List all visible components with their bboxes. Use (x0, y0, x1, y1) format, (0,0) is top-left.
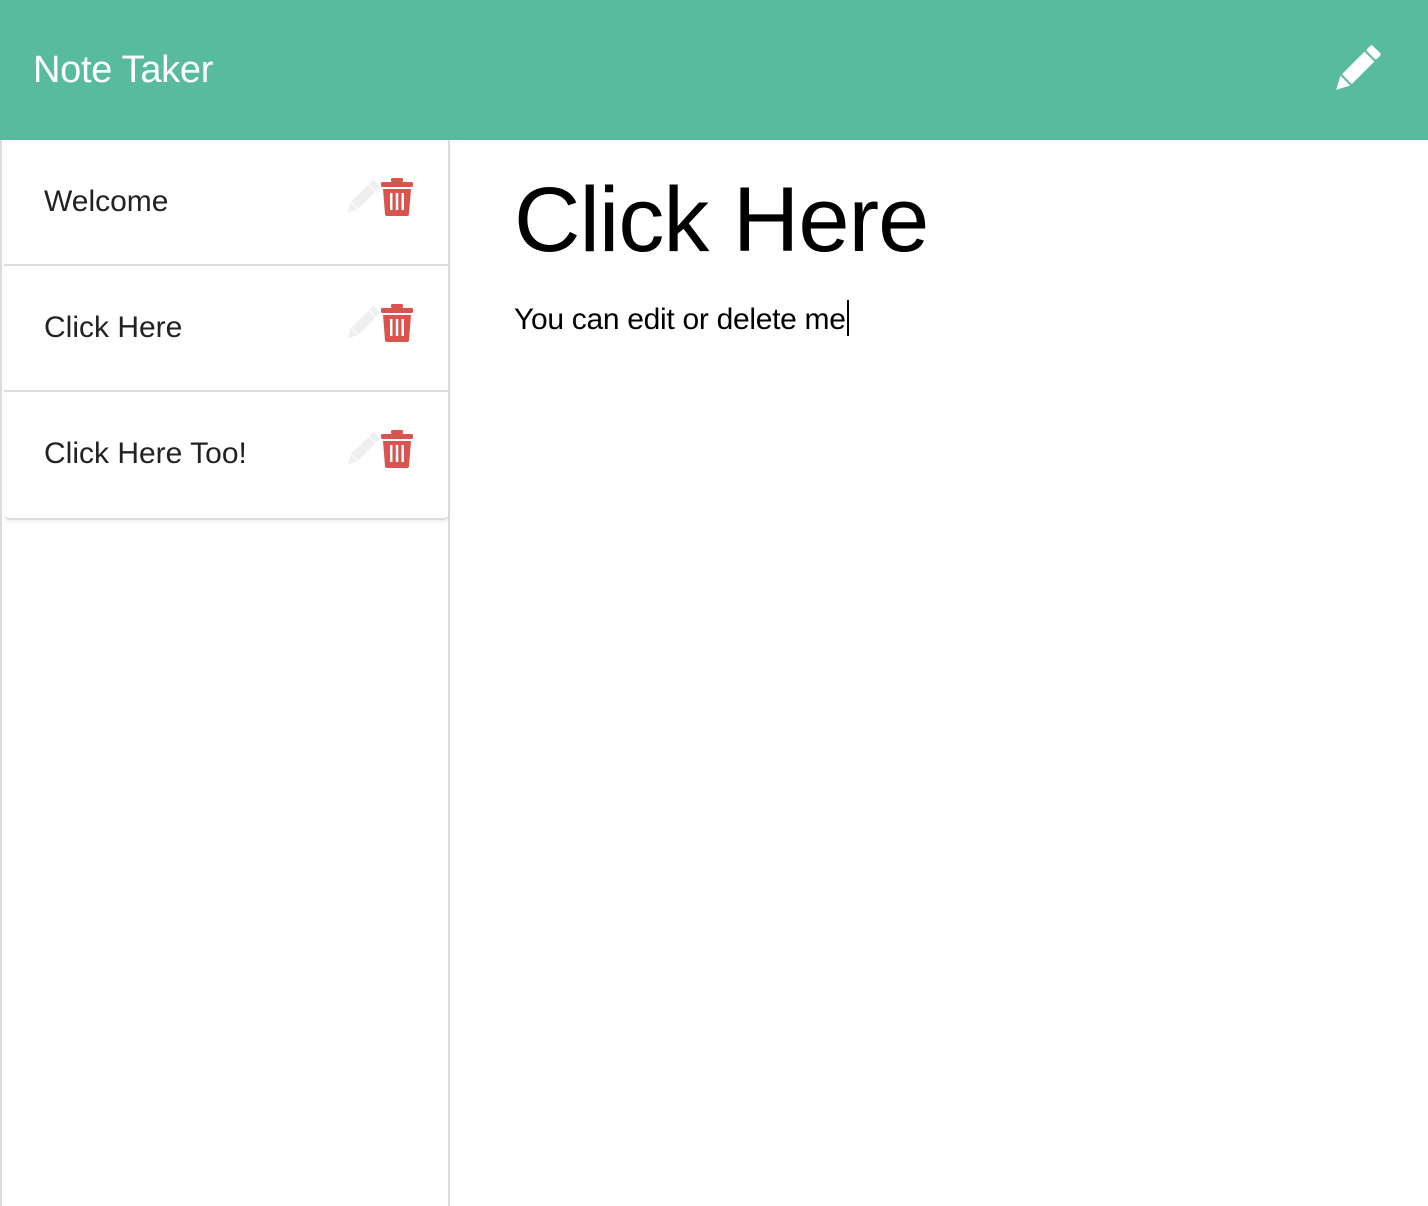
note-textarea[interactable]: You can edit or delete me (514, 300, 1394, 360)
pencil-icon[interactable] (342, 430, 382, 470)
trash-icon[interactable] (380, 178, 414, 216)
app-title: Note Taker (33, 49, 214, 91)
note-list: Welcome Click Here Click Here Too! (4, 140, 449, 520)
trash-icon[interactable] (380, 430, 414, 468)
navbar: Note Taker (0, 0, 1428, 140)
note-text: You can edit or delete me (514, 303, 846, 336)
text-caret (846, 300, 849, 336)
note-title: Welcome (44, 185, 169, 218)
pencil-icon (1336, 45, 1381, 90)
note-editor: Click Here You can edit or delete me (450, 140, 1428, 1206)
list-item[interactable]: Click Here Too! (4, 392, 449, 518)
list-item[interactable]: Click Here (4, 266, 449, 392)
note-title: Click Here (44, 311, 183, 344)
list-item[interactable]: Welcome (4, 140, 449, 266)
pencil-icon[interactable] (342, 178, 382, 218)
pencil-icon[interactable] (342, 304, 382, 344)
note-title: Click Here Too! (44, 437, 247, 470)
trash-icon[interactable] (380, 304, 414, 342)
new-note-button[interactable] (1326, 40, 1386, 100)
note-title-input[interactable]: Click Here (514, 170, 1394, 270)
sidebar: Welcome Click Here Click Here Too! (0, 140, 450, 1206)
